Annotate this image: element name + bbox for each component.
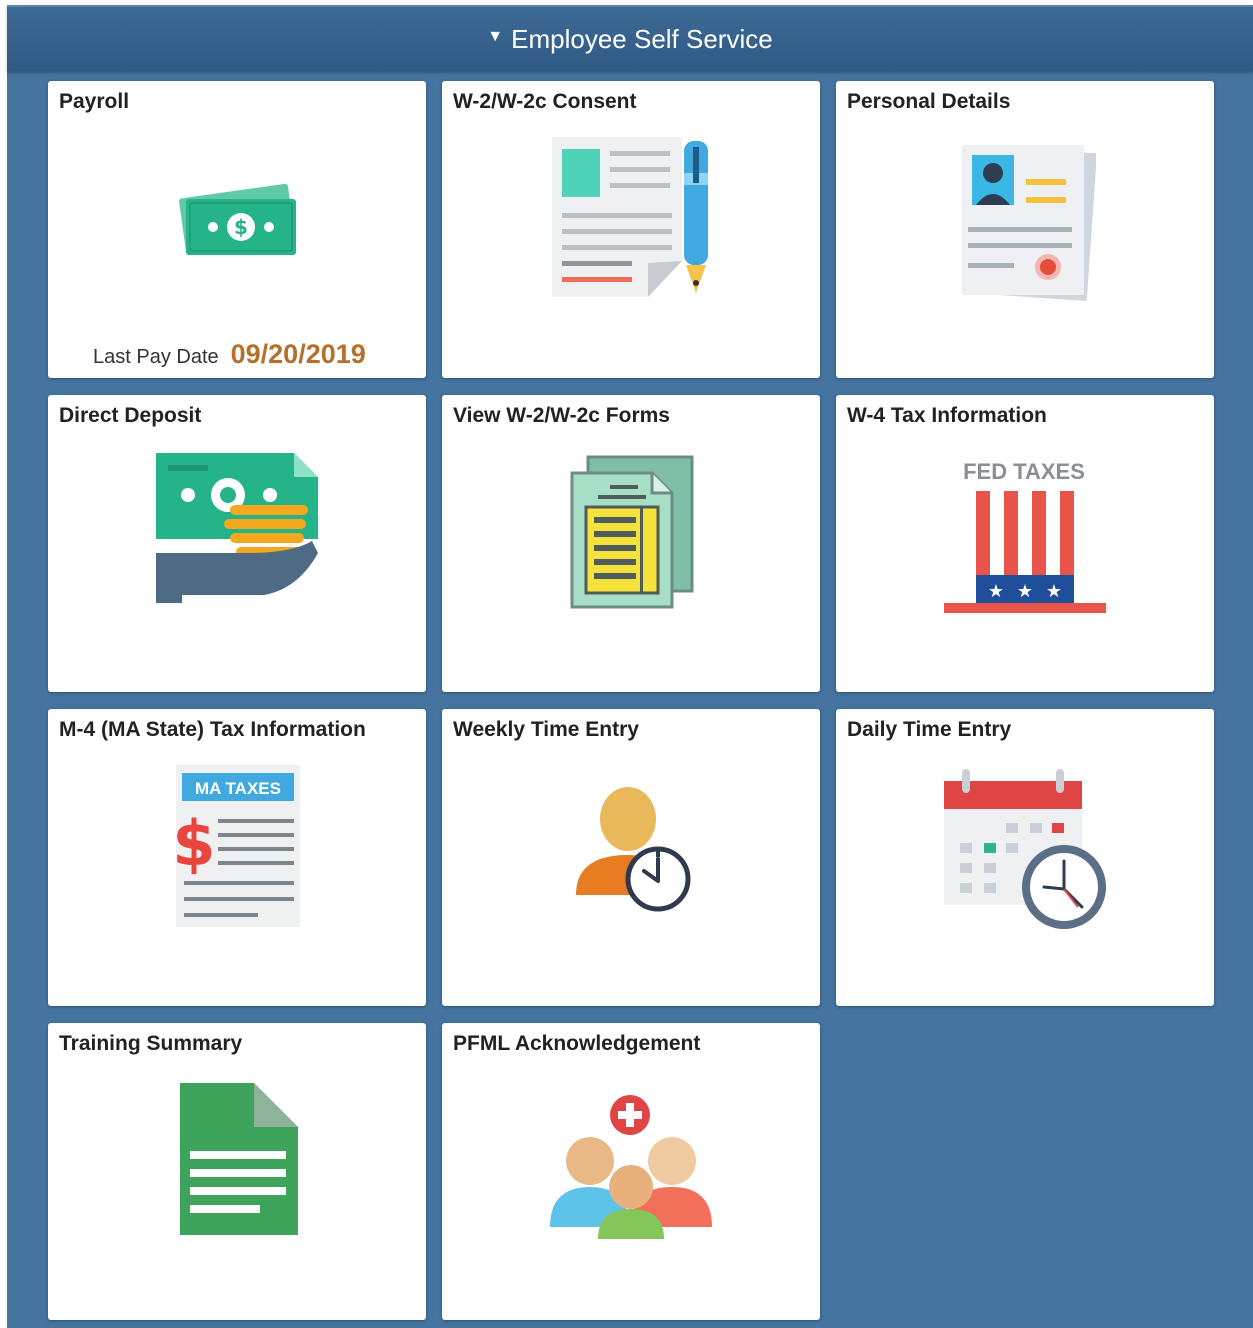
tile-direct-deposit[interactable]: Direct Deposit: [48, 395, 426, 692]
fed-taxes-hat-icon: FED TAXES ★ ★ ★: [944, 459, 1106, 613]
hand-money-icon: [156, 453, 318, 603]
tile-label: View W-2/W-2c Forms: [453, 404, 670, 427]
tile-label: PFML Acknowledgement: [453, 1032, 701, 1055]
tile-label: Weekly Time Entry: [453, 718, 639, 741]
forms-icon: [570, 455, 694, 609]
tile-label: Direct Deposit: [59, 404, 202, 427]
tile-payroll[interactable]: Payroll $ Last Pay Date 09/20/2019: [48, 81, 426, 378]
tile-label: Personal Details: [847, 90, 1011, 113]
svg-text:$: $: [234, 215, 248, 239]
tile-training-summary[interactable]: Training Summary: [48, 1023, 426, 1320]
green-document-icon: [180, 1083, 298, 1235]
tile-weekly-time-entry[interactable]: Weekly Time Entry: [442, 709, 820, 1006]
tile-view-w2-forms[interactable]: View W-2/W-2c Forms: [442, 395, 820, 692]
tile-daily-time-entry[interactable]: Daily Time Entry: [836, 709, 1214, 1006]
tile-w2-consent[interactable]: W-2/W-2c Consent: [442, 81, 820, 378]
employee-self-service-panel: ▼ Employee Self Service Payroll $ Last P…: [7, 5, 1253, 1328]
family-medical-icon: [550, 1095, 712, 1239]
header-title: Employee Self Service: [511, 23, 773, 54]
tile-pfml-acknowledgement[interactable]: PFML Acknowledgement: [442, 1023, 820, 1320]
tile-w4-tax-information[interactable]: W-4 Tax Information FED TAXES ★ ★ ★: [836, 395, 1214, 692]
svg-text:$: $: [172, 807, 215, 880]
last-pay-date-label: Last Pay Date: [93, 346, 219, 368]
tile-label: W-2/W-2c Consent: [453, 90, 637, 113]
ma-taxes-text: MA TAXES: [195, 779, 281, 798]
svg-text:★: ★: [1046, 581, 1062, 602]
last-pay-date: Last Pay Date 09/20/2019: [93, 339, 366, 370]
triangle-down-icon: ▼: [487, 28, 504, 45]
document-pen-icon: [552, 137, 708, 297]
svg-text:★: ★: [988, 581, 1004, 602]
svg-text:★: ★: [1017, 581, 1033, 602]
last-pay-date-value: 09/20/2019: [230, 339, 366, 369]
tile-m4-tax-information[interactable]: M-4 (MA State) Tax Information MA TAXES …: [48, 709, 426, 1006]
ma-taxes-document-icon: MA TAXES $: [172, 765, 300, 927]
tile-label: Daily Time Entry: [847, 718, 1012, 741]
money-icon: $: [179, 183, 296, 255]
tile-label: Training Summary: [59, 1032, 243, 1055]
employee-self-service-header[interactable]: ▼ Employee Self Service: [7, 5, 1253, 71]
tile-label: M-4 (MA State) Tax Information: [59, 718, 366, 741]
fed-taxes-text: FED TAXES: [963, 459, 1085, 484]
calendar-clock-icon: [944, 769, 1106, 929]
tile-personal-details[interactable]: Personal Details: [836, 81, 1214, 378]
tile-label: W-4 Tax Information: [847, 404, 1047, 427]
person-clock-icon: [576, 787, 691, 912]
tile-label: Payroll: [59, 90, 130, 113]
id-document-icon: [962, 145, 1096, 301]
